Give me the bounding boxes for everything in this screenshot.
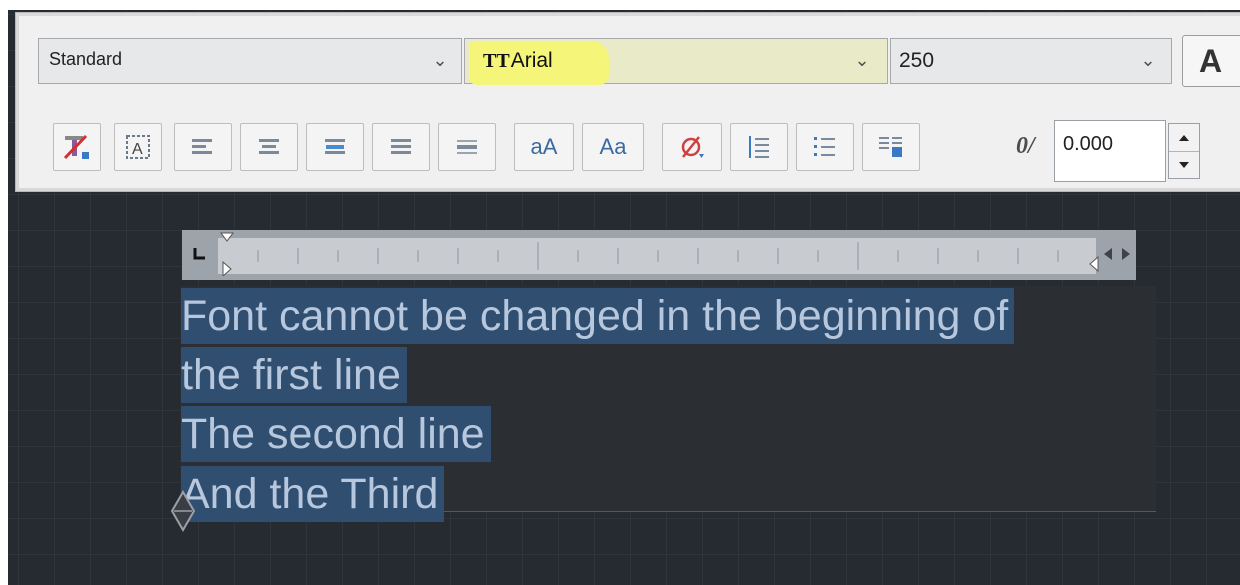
spin-up-button[interactable] (1169, 124, 1199, 151)
text-height-value: 250 (899, 49, 935, 72)
height-resize-handle-icon[interactable] (170, 490, 196, 532)
text-line-1[interactable]: Font cannot be changed in the beginning … (181, 288, 1015, 344)
text-style-dropdown[interactable]: Standard ⌄ (38, 38, 462, 84)
text-ruler[interactable] (182, 230, 1136, 280)
clear-formatting-button[interactable] (53, 123, 101, 171)
chevron-down-icon: ⌄ (1140, 50, 1156, 70)
bold-button[interactable]: A (1182, 35, 1240, 87)
symbol-icon (681, 136, 704, 158)
text-frame-button[interactable]: A (114, 123, 162, 171)
justify-button[interactable] (372, 123, 430, 171)
oblique-angle-icon: 0/ (1016, 133, 1035, 159)
caret-down-icon (1179, 162, 1189, 168)
symbol-button[interactable] (662, 123, 722, 171)
distribute-button[interactable] (438, 123, 496, 171)
lowercase-button[interactable]: aA (514, 123, 574, 171)
align-center-button[interactable] (240, 123, 298, 171)
text-line-4[interactable]: And the Third (181, 466, 445, 522)
text-line-2[interactable]: the first line (181, 347, 407, 403)
columns-button[interactable] (862, 123, 920, 171)
ruler-track (218, 238, 1096, 274)
align-right-button[interactable] (306, 123, 364, 171)
indent-marker-icon[interactable] (220, 232, 234, 276)
numbering-button[interactable] (796, 123, 854, 171)
truetype-icon: T​T (483, 50, 510, 72)
caret-up-icon (1179, 134, 1189, 141)
align-left-button[interactable] (174, 123, 232, 171)
numbering-icon (814, 137, 835, 156)
text-height-dropdown[interactable]: 250 ⌄ (890, 38, 1172, 84)
titlecase-button[interactable]: Aa (582, 123, 644, 171)
text-editor-ribbon: Standard ⌄ T​TArial ⌄ 250 ⌄ A A (15, 12, 1240, 192)
align-center-icon (259, 139, 279, 154)
spin-down-button[interactable] (1169, 151, 1199, 178)
width-resize-icon[interactable] (1102, 246, 1132, 262)
chevron-down-icon: ⌄ (854, 50, 870, 70)
mtext-editor-area[interactable]: Font cannot be changed in the beginning … (180, 286, 1156, 522)
left-tab-icon (193, 248, 205, 260)
oblique-angle-input[interactable]: 0.000 (1054, 120, 1166, 182)
align-right-icon (325, 139, 345, 154)
align-left-icon (192, 139, 212, 154)
svg-text:A: A (132, 141, 143, 158)
chevron-down-icon: ⌄ (432, 50, 448, 70)
font-dropdown[interactable]: T​TArial ⌄ (464, 38, 888, 85)
distribute-icon (457, 140, 477, 154)
clear-formatting-icon (63, 134, 89, 160)
text-frame-icon: A (126, 135, 150, 159)
font-name-value: Arial (510, 49, 553, 72)
justify-icon (391, 139, 411, 154)
oblique-angle-spinner[interactable] (1168, 123, 1200, 179)
columns-icon (879, 137, 902, 157)
line-spacing-icon (749, 136, 769, 158)
ruler-ticks (257, 242, 1059, 270)
text-style-value: Standard (49, 49, 123, 69)
line-spacing-button[interactable] (730, 123, 788, 171)
text-line-3[interactable]: The second line (181, 406, 491, 462)
right-margin-marker-icon[interactable] (1088, 256, 1100, 272)
